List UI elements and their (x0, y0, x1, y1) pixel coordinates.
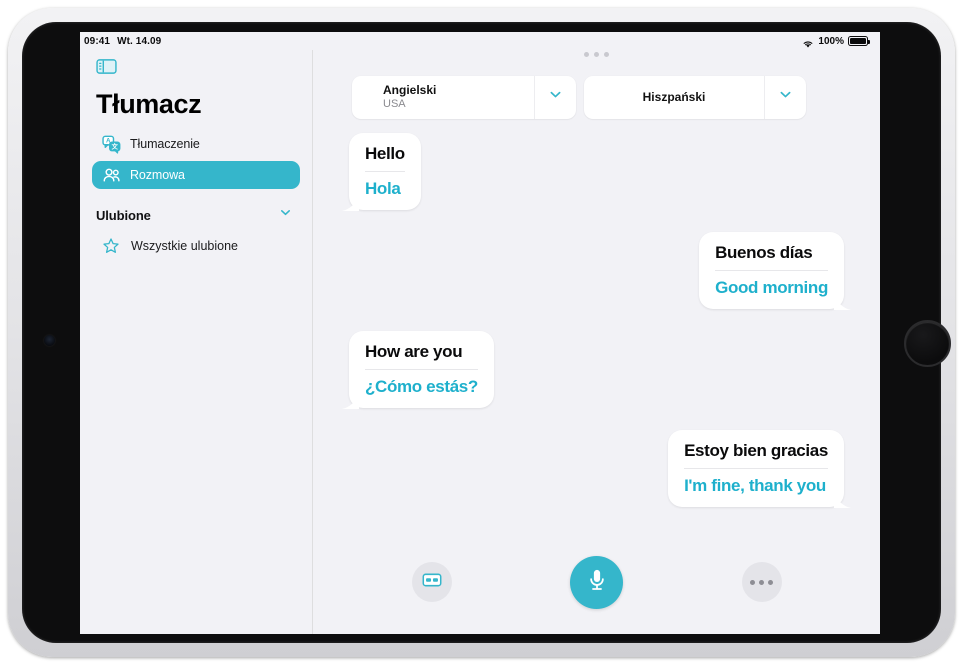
favorites-section-header[interactable]: Ulubione (92, 200, 300, 230)
sidebar-item-translation[interactable]: A 文 Tłumaczenie (92, 130, 300, 158)
screen-split: Tłumacz A 文 Tłumaczenie Rozmowa Ulubione… (80, 50, 880, 634)
flashcard-view-button[interactable] (411, 562, 452, 602)
sidebar-item-label: Wszystkie ulubione (131, 239, 238, 253)
rear-camera-icon (904, 320, 951, 367)
toolbar-slot-center (514, 555, 679, 609)
battery-full-icon (848, 36, 870, 46)
source-language-text: Angielski USA (352, 76, 534, 119)
sidebar-item-label: Rozmowa (130, 168, 185, 182)
more-options-button[interactable] (741, 562, 782, 602)
toolbar-slot-right (679, 562, 844, 602)
favorites-section-title: Ulubione (96, 207, 151, 223)
target-language-chevron-button[interactable] (764, 76, 806, 119)
wifi-icon (802, 36, 814, 48)
ipad-screen: 09:41 Wt. 14.09 100% Tłumacz A 文 Tłumacz… (80, 32, 880, 634)
toolbar-slot-left (349, 562, 514, 602)
sidebar-toggle-icon (95, 58, 117, 80)
message-divider (684, 467, 828, 469)
message-row: Buenos días Good morning (349, 231, 851, 310)
chevron-down-icon[interactable] (279, 206, 292, 224)
page-title: Tłumacz (96, 89, 202, 119)
source-language-name: Angielski (383, 83, 437, 97)
message-source-text: Estoy bien gracias (684, 440, 828, 460)
two-people-icon (102, 166, 121, 185)
bubble-tail-right (834, 490, 851, 508)
message-translation-text: Hola (365, 178, 401, 198)
message-row: Hello Hola (342, 132, 844, 211)
language-selector-bar: Angielski USA Hiszpański (313, 50, 880, 119)
message-bubble[interactable]: Estoy bien gracias I'm fine, thank you (668, 429, 851, 508)
message-row: Estoy bien gracias I'm fine, thank you (349, 429, 851, 508)
svg-text:文: 文 (112, 141, 119, 150)
message-divider (365, 170, 405, 172)
target-language-selector[interactable]: Hiszpański (584, 76, 806, 119)
bottom-toolbar (313, 542, 880, 634)
target-language-text: Hiszpański (584, 76, 764, 119)
chevron-down-icon (778, 87, 793, 107)
translate-bubbles-icon: A 文 (102, 135, 121, 154)
source-language-selector[interactable]: Angielski USA (352, 76, 576, 119)
sidebar-item-label: Tłumaczenie (130, 137, 200, 151)
source-language-chevron-button[interactable] (534, 76, 576, 119)
bubble-tail-left (342, 193, 359, 211)
message-row: How are you ¿Cómo estás? (342, 330, 844, 409)
message-translation-text: ¿Cómo estás? (365, 376, 478, 396)
microphone-icon (586, 567, 608, 598)
sidebar: Tłumacz A 文 Tłumaczenie Rozmowa Ulubione… (80, 50, 313, 634)
message-source-text: Hello (365, 143, 405, 163)
ellipsis-icon (750, 579, 773, 585)
sidebar-item-conversation[interactable]: Rozmowa (92, 161, 300, 189)
target-language-name: Hiszpański (642, 89, 706, 104)
front-sensor-icon (44, 335, 55, 346)
card-view-icon (422, 572, 442, 593)
sidebar-toggle-button[interactable] (95, 58, 117, 80)
status-bar: 09:41 Wt. 14.09 100% (80, 32, 880, 50)
battery-percent-label: 100% (818, 35, 844, 47)
message-bubble[interactable]: Buenos días Good morning (699, 231, 851, 310)
chevron-down-icon (548, 87, 563, 107)
screenshot-root: 09:41 Wt. 14.09 100% Tłumacz A 文 Tłumacz… (0, 0, 963, 665)
status-bar-right: 100% (802, 35, 870, 48)
message-bubble[interactable]: How are you ¿Cómo estás? (342, 330, 494, 409)
main-pane: Angielski USA Hiszpański Hello Hola Buen… (313, 50, 880, 634)
conversation-list: Hello Hola Buenos días Good morning How … (313, 119, 880, 542)
message-source-text: How are you (365, 341, 463, 361)
bubble-tail-right (834, 292, 851, 310)
status-date: Wt. 14.09 (117, 35, 162, 47)
source-language-region: USA (383, 98, 406, 110)
status-time: 09:41 (84, 35, 111, 47)
message-divider (365, 368, 478, 370)
status-bar-left: 09:41 Wt. 14.09 (84, 36, 161, 47)
bubble-tail-left (342, 391, 359, 409)
sidebar-item-all-favorites[interactable]: Wszystkie ulubione (92, 232, 300, 260)
message-translation-text: Good morning (715, 277, 828, 297)
message-translation-text: I'm fine, thank you (684, 475, 826, 495)
star-outline-icon (102, 237, 121, 256)
message-divider (715, 269, 828, 271)
microphone-button[interactable] (570, 555, 623, 609)
message-bubble[interactable]: Hello Hola (342, 132, 421, 211)
message-source-text: Buenos días (715, 242, 813, 262)
